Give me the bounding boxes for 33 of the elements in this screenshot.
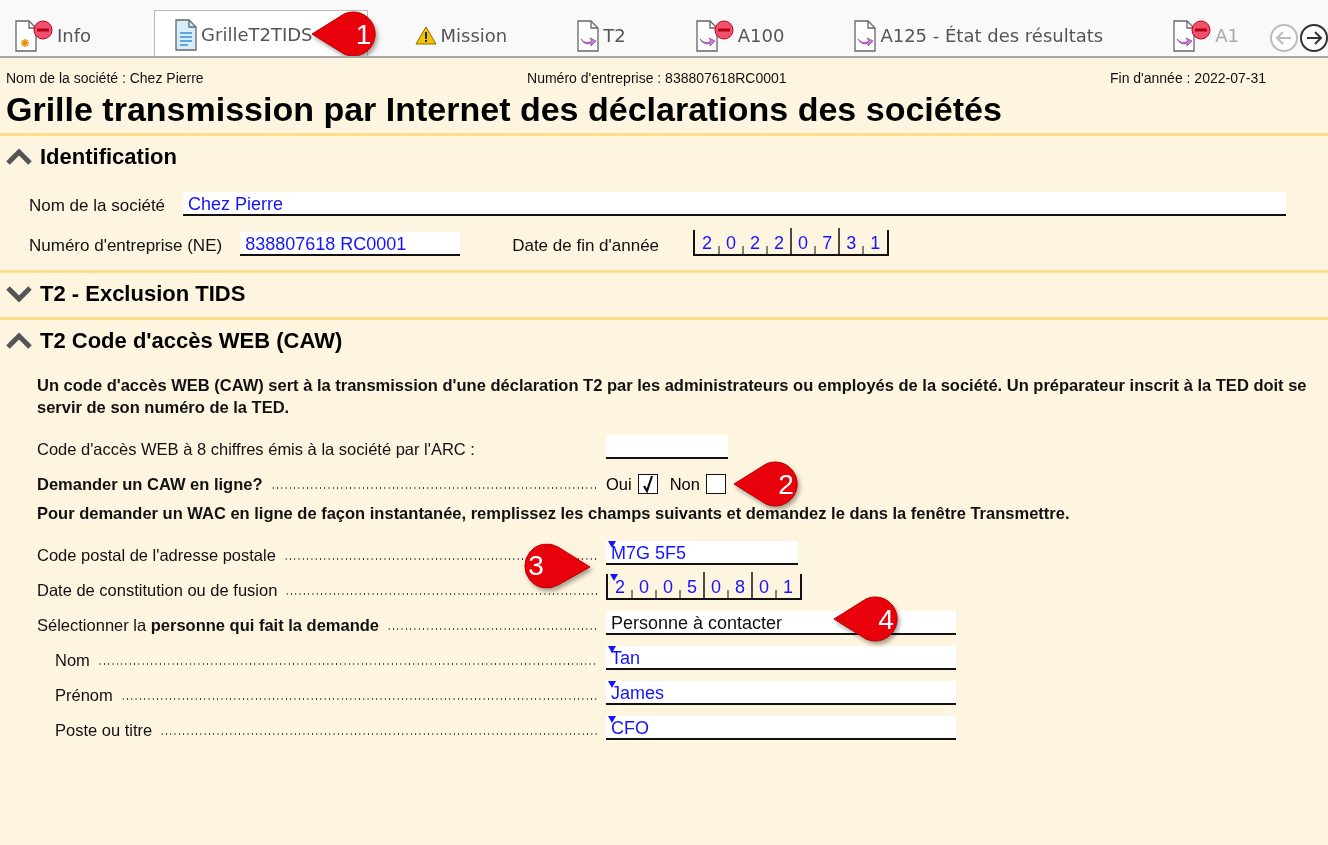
option-label: Oui [606,475,632,494]
field-label: Date de fin d'année [512,236,660,256]
tab[interactable]: T2 [570,12,689,56]
field-label: Sélectionner la personne qui fait la demande [37,616,380,635]
text-field[interactable]: CFO [606,716,956,740]
header-info: Numéro d'entreprise : 838807618RC0001 [527,70,787,86]
text-field[interactable]: James [606,681,956,705]
section-title: Identification [40,144,177,170]
text-field[interactable]: Chez Pierre [183,192,1286,216]
field-label: Nom [55,651,90,670]
tab[interactable]: A125 - État des résultats [847,12,1167,56]
option-label: Non [669,475,700,494]
field-label: Code postal de l'adresse postale [37,546,276,565]
text-field[interactable]: M7G 5F5 [606,541,798,565]
section-title: T2 Code d'accès WEB (CAW) [40,328,343,354]
field-label: Nom de la société [29,196,166,216]
text-field[interactable]: Tan [606,646,956,670]
field-label: Poste ou titre [55,721,153,740]
tab[interactable]: A100 [688,12,848,56]
text-field[interactable]: 838807618 RC0001 [240,232,461,256]
tab[interactable]: Mission [407,12,571,56]
field-label: Demander un CAW en ligne? [37,475,263,494]
instruction-text: Pour demander un WAC en ligne de façon instantanée, remplissez les champs suivants et demandez le dans la fenêtre Transmettre. [37,503,1071,524]
field-label: Prénom [55,686,113,705]
tab[interactable]: Info [8,12,155,56]
field-label: Code d'accès WEB à 8 chiffres émis à la société par l'ARC : [37,440,475,459]
page-title: Grille transmission par Internet des déclarations des sociétés [6,90,1002,129]
field-label: Date de constitution ou de fusion [37,581,278,600]
header-info: Fin d'année : 2022-07-31 [1109,70,1266,86]
section-title: T2 - Exclusion TIDS [40,281,246,307]
field-label: Numéro d'entreprise (NE) [29,236,223,256]
header-info: Nom de la société : Chez Pierre [6,70,204,86]
instruction-text: Un code d'accès WEB (CAW) sert à la transmission d'une déclaration T2 par les administrateurs ou employés de la société. Un préparateur inscrit à la TED doit se servir de son numéro de la TED. [37,375,1308,418]
